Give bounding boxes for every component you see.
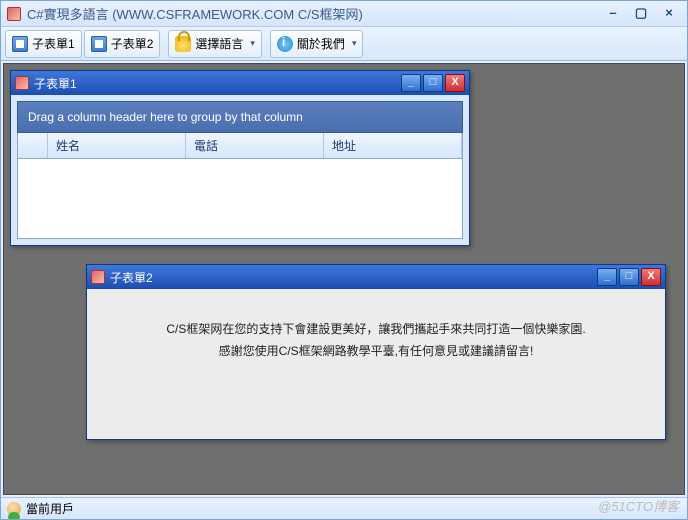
info-icon: [277, 36, 293, 52]
child1-close-button[interactable]: X: [445, 74, 465, 92]
child2-minimize-button[interactable]: _: [597, 268, 617, 286]
grid-col-address[interactable]: 地址: [324, 133, 462, 158]
status-user-label: 當前用戶: [26, 500, 74, 517]
main-minimize-button[interactable]: –: [601, 6, 625, 22]
grid-group-panel[interactable]: Drag a column header here to group by th…: [17, 101, 463, 133]
form-icon: [91, 36, 107, 52]
user-icon: [7, 502, 21, 516]
toolbar-about-button[interactable]: 關於我們: [270, 30, 364, 58]
app-title: C#實現多語言 (WWW.CSFRAMEWORK.COM C/S框架网): [27, 4, 363, 23]
child2-title: 子表單2: [110, 269, 153, 286]
grid-col-phone[interactable]: 電話: [186, 133, 324, 158]
child2-titlebar[interactable]: 子表單2 _ □ X: [87, 265, 665, 289]
child1-title: 子表單1: [34, 75, 77, 92]
child2-text-line1: C/S框架网在您的支持下會建設更美好，讓我們攜起手來共同打造一個快樂家園.: [107, 319, 645, 341]
form-icon: [12, 36, 28, 52]
child1-minimize-button[interactable]: _: [401, 74, 421, 92]
main-close-button[interactable]: ×: [657, 6, 681, 22]
grid-header: 姓名 電話 地址: [17, 133, 463, 159]
mdi-client-area: 子表單1 _ □ X Drag a column header here to …: [3, 63, 685, 495]
grid-row-selector[interactable]: [18, 133, 48, 158]
child1-maximize-button[interactable]: □: [423, 74, 443, 92]
toolbar-child2-label: 子表單2: [111, 35, 154, 52]
main-maximize-button[interactable]: ▢: [629, 6, 653, 22]
grid-body[interactable]: [17, 159, 463, 239]
child1-body: Drag a column header here to group by th…: [11, 95, 469, 245]
grid-col-name[interactable]: 姓名: [48, 133, 186, 158]
app-window: C#實現多語言 (WWW.CSFRAMEWORK.COM C/S框架网) – ▢…: [0, 0, 688, 520]
child-window-2: 子表單2 _ □ X C/S框架网在您的支持下會建設更美好，讓我們攜起手來共同打…: [86, 264, 666, 440]
toolbar: 子表單1 子表單2 選擇語言 關於我們: [1, 27, 687, 61]
child2-close-button[interactable]: X: [641, 268, 661, 286]
lock-icon: [175, 36, 191, 52]
toolbar-child2-button[interactable]: 子表單2: [84, 30, 161, 58]
form-icon: [91, 270, 105, 284]
child2-body: C/S框架网在您的支持下會建設更美好，讓我們攜起手來共同打造一個快樂家園. 感謝…: [87, 289, 665, 439]
toolbar-child1-label: 子表單1: [32, 35, 75, 52]
toolbar-child1-button[interactable]: 子表單1: [5, 30, 82, 58]
app-icon: [7, 7, 21, 21]
child-window-1: 子表單1 _ □ X Drag a column header here to …: [10, 70, 470, 246]
toolbar-about-label: 關於我們: [297, 35, 345, 52]
child1-titlebar[interactable]: 子表單1 _ □ X: [11, 71, 469, 95]
main-titlebar: C#實現多語言 (WWW.CSFRAMEWORK.COM C/S框架网) – ▢…: [1, 1, 687, 27]
child2-maximize-button[interactable]: □: [619, 268, 639, 286]
child2-text-line2: 感謝您使用C/S框架網路教學平臺,有任何意見或建議請留言!: [107, 341, 645, 363]
form-icon: [15, 76, 29, 90]
toolbar-language-button[interactable]: 選擇語言: [168, 30, 262, 58]
statusbar: 當前用戶: [1, 497, 687, 519]
toolbar-language-label: 選擇語言: [195, 35, 243, 52]
